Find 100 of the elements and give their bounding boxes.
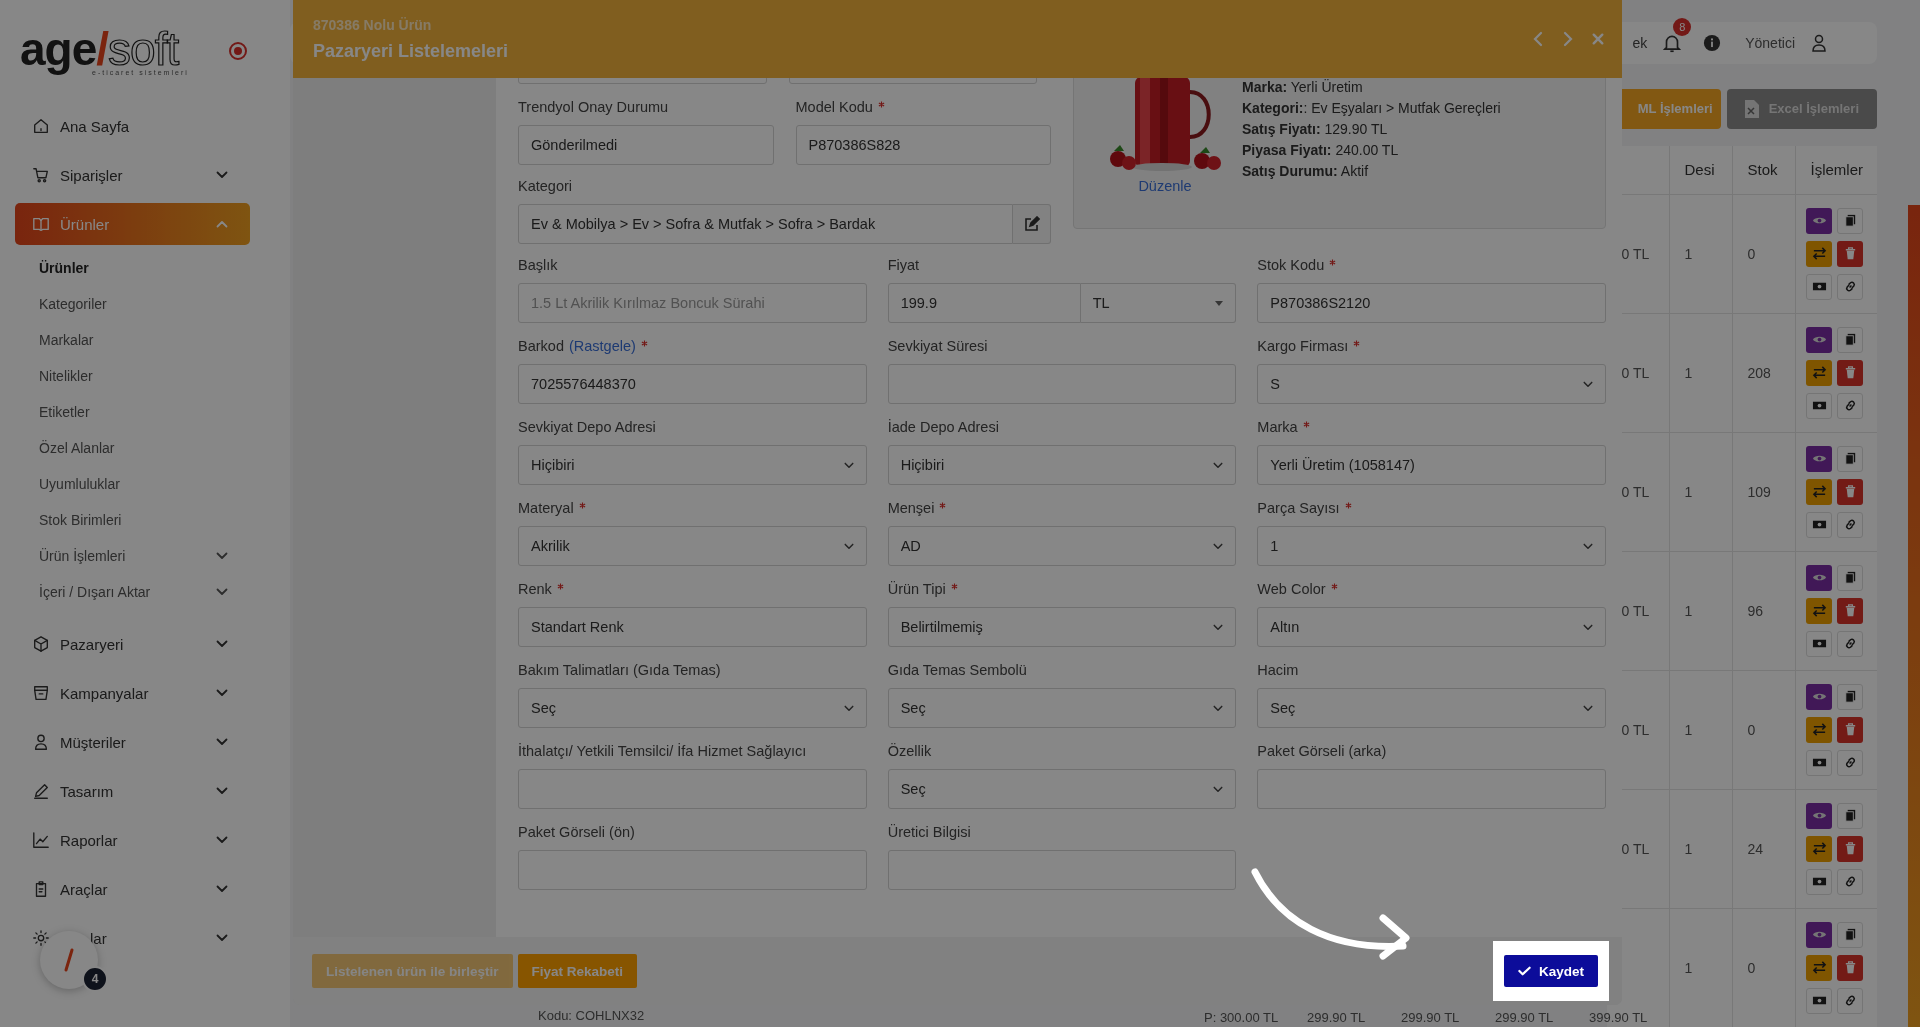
swap-button[interactable]: [1806, 954, 1833, 981]
dropdown[interactable]: 1: [1257, 526, 1606, 566]
money-button[interactable]: [1806, 392, 1833, 419]
menu-item[interactable]: lar: [15, 917, 250, 959]
money-button[interactable]: [1806, 630, 1833, 657]
menu-item[interactable]: Siparişler: [15, 154, 250, 196]
link-button[interactable]: [1837, 630, 1864, 657]
field-label: Web Color: [1257, 581, 1326, 597]
swap-button[interactable]: [1806, 359, 1833, 386]
input-field[interactable]: P870386S2120: [1257, 283, 1606, 323]
menu-item[interactable]: Ana Sayfa: [15, 105, 250, 147]
copy-button[interactable]: [1837, 683, 1864, 710]
delete-button[interactable]: [1837, 478, 1864, 505]
swap-button[interactable]: [1806, 478, 1833, 505]
submenu-item[interactable]: İçeri / Dışarı Aktar: [15, 574, 250, 610]
menu-item[interactable]: Raporlar: [15, 819, 250, 861]
input-field[interactable]: Gönderilmedi: [518, 125, 774, 165]
input-field[interactable]: Ev & Mobilya > Ev > Sofra & Mutfak > Sofra > Bardak: [518, 204, 1013, 244]
swap-button[interactable]: [1806, 597, 1833, 624]
view-button[interactable]: [1806, 207, 1833, 234]
input-field[interactable]: 199.9: [887, 283, 1081, 323]
dropdown[interactable]: Hiçibiri: [518, 445, 867, 485]
money-button[interactable]: [1806, 511, 1833, 538]
link-button[interactable]: [1837, 511, 1864, 538]
dropdown[interactable]: Altın: [1257, 607, 1606, 647]
dropdown[interactable]: AD: [887, 526, 1237, 566]
money-button[interactable]: [1806, 868, 1833, 895]
scroll-bar[interactable]: [1908, 205, 1920, 1027]
generate-link[interactable]: (Rastgele): [568, 338, 636, 354]
copy-button[interactable]: [1837, 326, 1864, 353]
menu-item[interactable]: Ürünler: [15, 203, 250, 245]
dropdown[interactable]: Hiçibiri: [887, 445, 1237, 485]
submenu-item[interactable]: Etiketler: [15, 394, 250, 430]
copy-button[interactable]: [1837, 564, 1864, 591]
view-button[interactable]: [1806, 326, 1833, 353]
menu-item[interactable]: Müşteriler: [15, 721, 250, 763]
edit-link[interactable]: Düzenle: [1138, 178, 1192, 194]
menu-item[interactable]: Araçlar: [15, 868, 250, 910]
delete-button[interactable]: [1837, 359, 1864, 386]
dropdown[interactable]: Seç: [887, 769, 1237, 809]
submenu-item[interactable]: Kategoriler: [15, 286, 250, 322]
copy-button[interactable]: [1837, 921, 1864, 948]
link-icon: [1843, 279, 1858, 294]
dropdown[interactable]: Seç: [887, 688, 1237, 728]
view-button[interactable]: [1806, 445, 1833, 472]
copy-icon: [1843, 332, 1858, 347]
edit-button[interactable]: [1013, 204, 1051, 244]
swap-button[interactable]: [1806, 716, 1833, 743]
copy-button[interactable]: [1837, 445, 1864, 472]
dropdown[interactable]: Belirtilmemiş: [887, 607, 1237, 647]
submenu-item[interactable]: Ürün İşlemleri: [15, 538, 250, 574]
submenu-item[interactable]: Stok Birimleri: [15, 502, 250, 538]
dropdown[interactable]: S: [1257, 364, 1606, 404]
delete-button[interactable]: [1837, 954, 1864, 981]
submenu-item[interactable]: Özel Alanlar: [15, 430, 250, 466]
menu-item[interactable]: Tasarım: [15, 770, 250, 812]
money-button[interactable]: [1806, 273, 1833, 300]
view-button[interactable]: [1806, 802, 1833, 829]
dropdown[interactable]: Seç: [1257, 688, 1606, 728]
delete-button[interactable]: [1837, 240, 1864, 267]
save-button[interactable]: Kaydet: [1504, 955, 1598, 987]
money-button[interactable]: [1806, 749, 1833, 776]
submenu-item[interactable]: Markalar: [15, 322, 250, 358]
money-button[interactable]: [1806, 987, 1833, 1014]
view-button[interactable]: [1806, 921, 1833, 948]
link-button[interactable]: [1837, 987, 1864, 1014]
input-field[interactable]: 7025576448370: [518, 364, 867, 404]
currency-dropdown[interactable]: TL: [1080, 283, 1237, 323]
swap-button[interactable]: [1806, 240, 1833, 267]
dropdown[interactable]: Seç: [518, 688, 867, 728]
dropdown[interactable]: Akrilik: [518, 526, 867, 566]
chevron-down-icon: [1583, 623, 1593, 631]
copy-button[interactable]: [1837, 207, 1864, 234]
copy-button[interactable]: [1837, 802, 1864, 829]
submenu-item[interactable]: Uyumluluklar: [15, 466, 250, 502]
price-text: 0 TL: [1621, 602, 1650, 619]
target-icon[interactable]: [228, 41, 248, 61]
delete-button[interactable]: [1837, 835, 1864, 862]
delete-button[interactable]: [1837, 716, 1864, 743]
link-button[interactable]: [1837, 868, 1864, 895]
link-button[interactable]: [1837, 749, 1864, 776]
swap-button[interactable]: [1806, 835, 1833, 862]
submenu-item[interactable]: Ürünler: [15, 250, 250, 286]
input-field[interactable]: Standart Renk: [518, 607, 867, 647]
person-icon[interactable]: [1809, 32, 1829, 53]
menu-item[interactable]: Pazaryeri: [15, 623, 250, 665]
view-button[interactable]: [1806, 564, 1833, 591]
submenu-item[interactable]: Nitelikler: [15, 358, 250, 394]
user-name[interactable]: Yönetici: [1745, 34, 1795, 51]
input-field[interactable]: P870386S828: [795, 125, 1051, 165]
input-field[interactable]: Yerli Üretim (1058147): [1257, 445, 1606, 485]
menu-item[interactable]: Kampanyalar: [15, 672, 250, 714]
link-button[interactable]: [1837, 392, 1864, 419]
header-link[interactable]: ek: [1632, 34, 1648, 51]
info-icon[interactable]: [1703, 33, 1722, 52]
field-label: Sevkiyat Depo Adresi: [518, 419, 656, 435]
delete-button[interactable]: [1837, 597, 1864, 624]
link-button[interactable]: [1837, 273, 1864, 300]
table-cell: 0: [1733, 670, 1796, 789]
view-button[interactable]: [1806, 683, 1833, 710]
